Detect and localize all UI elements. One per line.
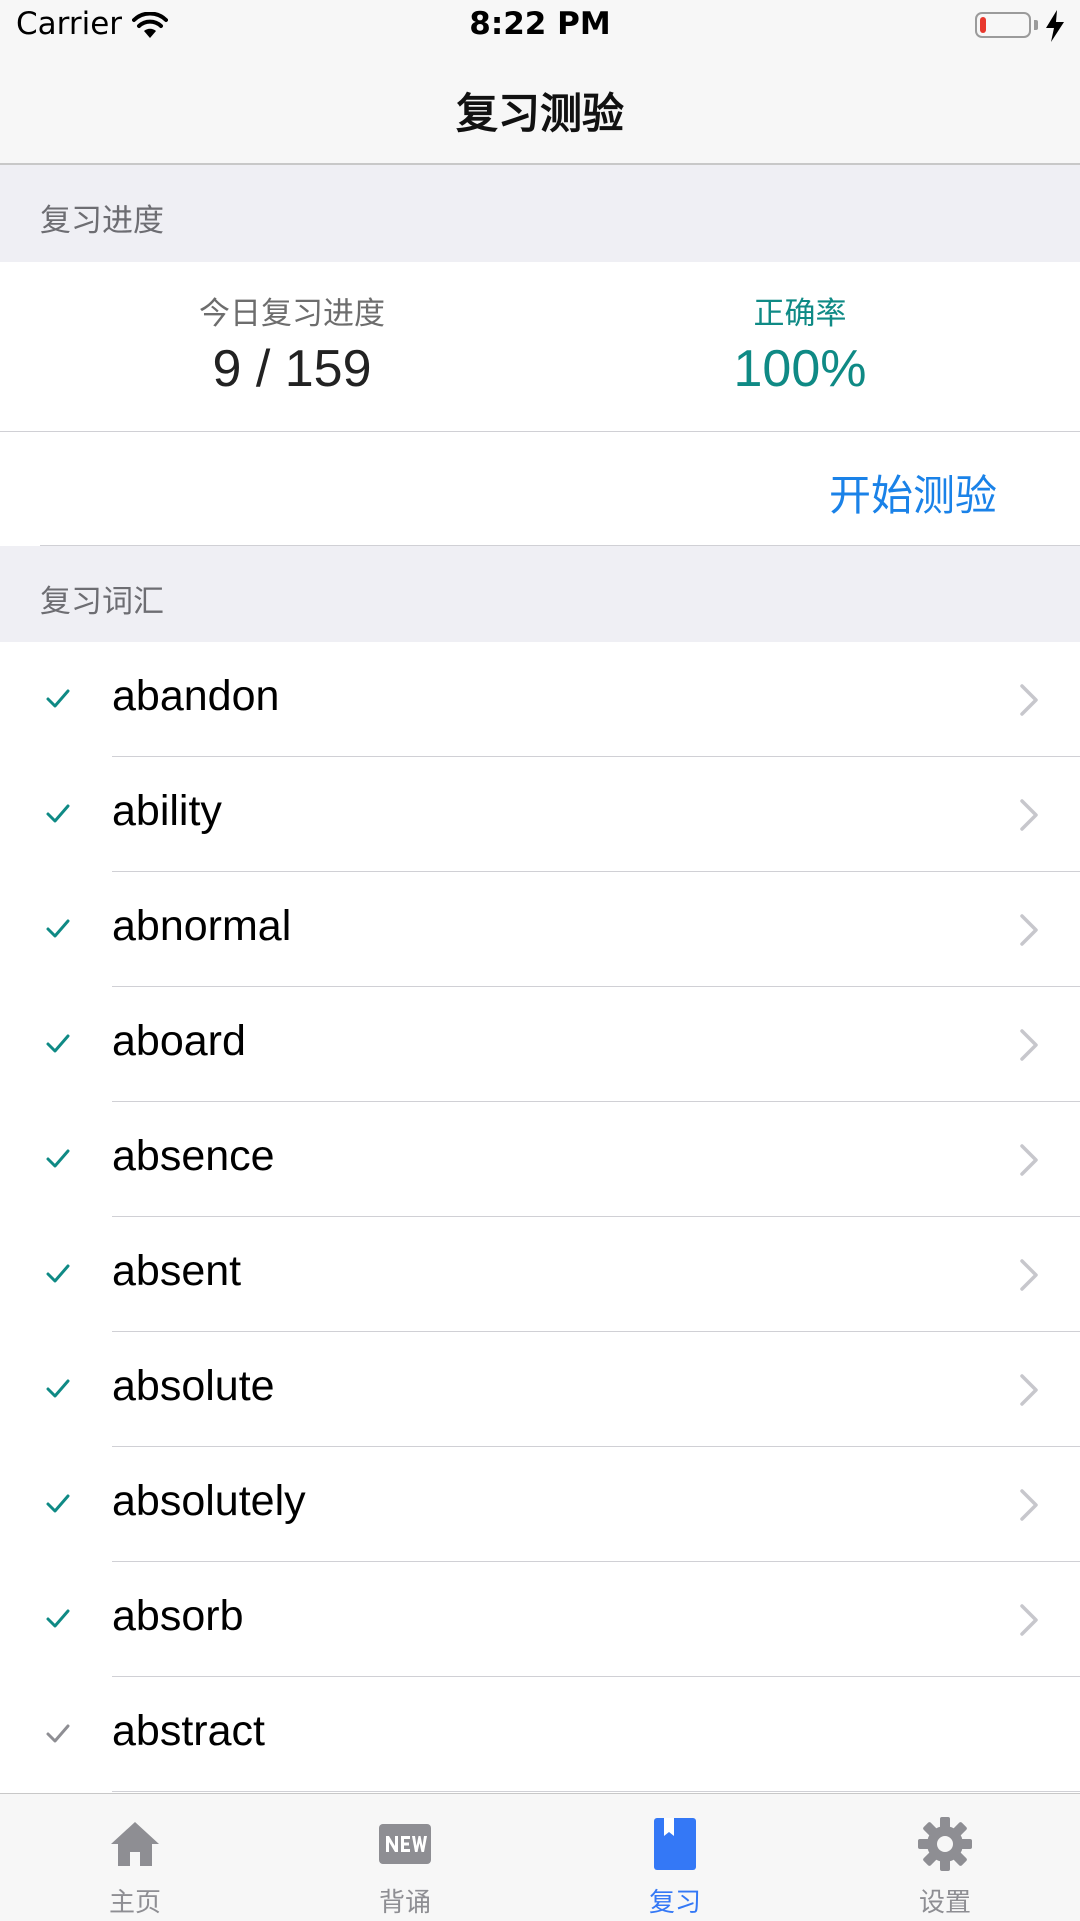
chevron-right-icon: [1020, 1259, 1038, 1291]
checkmark-icon: [46, 919, 70, 938]
word-row[interactable]: abnormal: [0, 872, 1080, 987]
chevron-right-icon: [1020, 1374, 1038, 1406]
word-label: abnormal: [112, 902, 292, 950]
charging-bolt-icon: [1046, 10, 1064, 42]
status-bar: Carrier 8:22 PM: [0, 0, 1080, 54]
progress-section-title: 复习进度: [40, 203, 164, 239]
tab-settings[interactable]: 设置: [810, 1794, 1080, 1921]
tab-home[interactable]: 主页: [0, 1794, 270, 1921]
battery-tip: [1034, 20, 1038, 30]
word-row[interactable]: absence: [0, 1102, 1080, 1217]
chevron-right-icon: [1020, 914, 1038, 946]
start-quiz-button[interactable]: 开始测验: [829, 462, 997, 523]
words-section-header: 复习词汇: [0, 546, 1080, 642]
bookmark-book-icon: [654, 1818, 696, 1870]
accuracy-value: 100%: [733, 340, 867, 398]
word-list: abandon ability abnormal aboard absence absen…: [0, 642, 1080, 1792]
tab-label: 背诵: [378, 1888, 431, 1918]
chevron-right-icon: [1020, 799, 1038, 831]
words-section-title: 复习词汇: [40, 584, 164, 620]
word-row[interactable]: absolutely: [0, 1447, 1080, 1562]
tab-label: 主页: [108, 1888, 161, 1918]
accuracy-stat: 正确率 100%: [530, 288, 1070, 399]
today-progress-label: 今日复习进度: [199, 296, 385, 332]
word-label: absolute: [112, 1362, 275, 1410]
checkmark-icon: [46, 689, 70, 708]
tab-label: 设置: [918, 1888, 971, 1918]
tab-recite[interactable]: 背诵: [270, 1794, 540, 1921]
today-progress-value: 9 / 159: [212, 340, 372, 398]
new-badge-icon: [379, 1824, 431, 1864]
word-label: ability: [112, 787, 222, 835]
chevron-right-icon: [1020, 1604, 1038, 1636]
word-label: absolutely: [112, 1477, 306, 1525]
navigation-bar: 复习测验: [0, 54, 1080, 165]
word-label: absent: [112, 1247, 242, 1295]
checkmark-icon: [46, 1149, 70, 1168]
word-row[interactable]: absent: [0, 1217, 1080, 1332]
page-title: 复习测验: [455, 89, 624, 138]
progress-section-header: 复习进度: [0, 165, 1080, 262]
word-row: abstract: [0, 1677, 1080, 1792]
progress-card: 今日复习进度 9 / 159 正确率 100%: [0, 262, 1080, 432]
word-row[interactable]: abandon: [0, 642, 1080, 757]
battery-level: [980, 17, 986, 33]
chevron-right-icon: [1020, 1029, 1038, 1061]
word-label: absorb: [112, 1592, 244, 1640]
gear-icon: [918, 1817, 972, 1871]
checkmark-icon: [46, 1494, 70, 1513]
checkmark-icon: [46, 1379, 70, 1398]
checkmark-icon: [46, 1609, 70, 1628]
chevron-right-icon: [1020, 1144, 1038, 1176]
word-label: absence: [112, 1132, 275, 1180]
battery-icon: [975, 12, 1031, 38]
word-label: abandon: [112, 672, 280, 720]
checkmark-icon: [46, 1724, 70, 1743]
divider: [112, 1791, 1080, 1792]
word-row[interactable]: absolute: [0, 1332, 1080, 1447]
accuracy-label: 正确率: [753, 296, 847, 332]
start-quiz-row: 开始测验: [0, 432, 1080, 546]
tab-review[interactable]: 复习: [540, 1794, 810, 1921]
chevron-right-icon: [1020, 684, 1038, 716]
checkmark-icon: [46, 1034, 70, 1053]
today-progress-stat: 今日复习进度 9 / 159: [22, 288, 562, 399]
status-time: 8:22 PM: [469, 6, 611, 42]
chevron-right-icon: [1020, 1489, 1038, 1521]
home-icon: [111, 1822, 159, 1866]
word-label: aboard: [112, 1017, 246, 1065]
checkmark-icon: [46, 1264, 70, 1283]
word-row[interactable]: aboard: [0, 987, 1080, 1102]
checkmark-icon: [46, 804, 70, 823]
word-row[interactable]: absorb: [0, 1562, 1080, 1677]
tab-label: 复习: [648, 1888, 701, 1918]
tab-bar: 主页 背诵 复习 设置: [0, 1793, 1080, 1921]
word-row[interactable]: ability: [0, 757, 1080, 872]
word-label: abstract: [112, 1707, 265, 1755]
